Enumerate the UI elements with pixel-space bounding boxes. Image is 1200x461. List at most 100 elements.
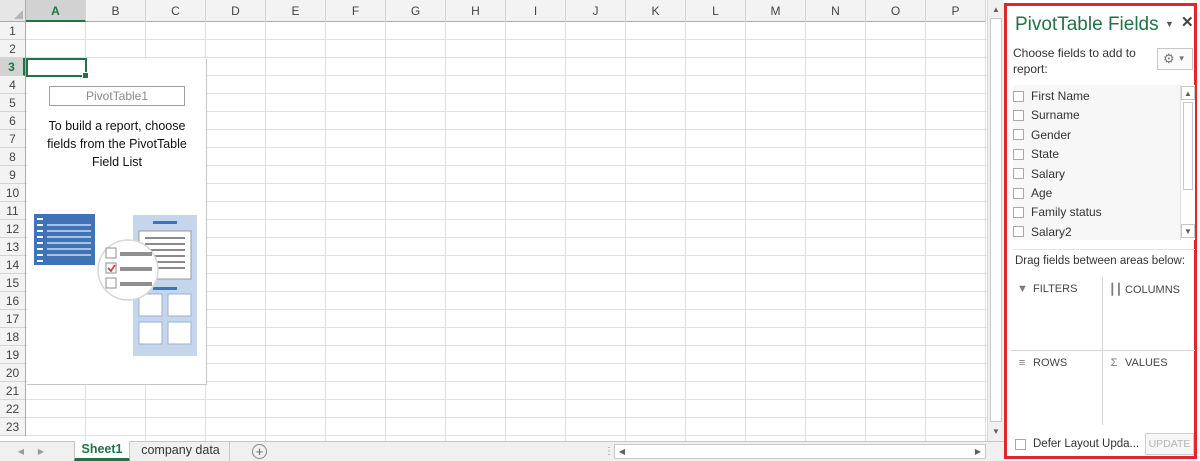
tab-scroll-left-icon[interactable]: ◀ bbox=[14, 442, 28, 461]
column-header[interactable]: B bbox=[86, 0, 146, 22]
tab-company-data[interactable]: company data bbox=[132, 442, 230, 461]
column-header[interactable]: E bbox=[266, 0, 326, 22]
column-header[interactable]: A bbox=[26, 0, 86, 22]
row-header[interactable]: 21 bbox=[0, 382, 25, 400]
row-header[interactable]: 17 bbox=[0, 310, 25, 328]
rows-area-label: ROWS bbox=[1033, 357, 1068, 369]
field-list[interactable]: First Name Surname Gender State Salary Age Fam… bbox=[1013, 85, 1195, 240]
row-header[interactable]: 5 bbox=[0, 94, 25, 112]
columns-area-label: COLUMNS bbox=[1125, 283, 1181, 296]
row-header[interactable]: 3 bbox=[0, 58, 25, 76]
scroll-down-arrow-icon[interactable]: ▼ bbox=[988, 424, 1004, 440]
add-sheet-plus-icon[interactable]: + bbox=[252, 444, 267, 459]
row-header[interactable]: 18 bbox=[0, 328, 25, 346]
field-item[interactable]: Salary bbox=[1013, 165, 1065, 183]
tab-sheet1[interactable]: Sheet1 bbox=[74, 441, 130, 461]
pane-close-icon[interactable]: ✕ bbox=[1181, 13, 1194, 31]
field-checkbox[interactable] bbox=[1013, 206, 1024, 218]
row-header[interactable]: 15 bbox=[0, 274, 25, 292]
field-item[interactable]: State bbox=[1013, 145, 1059, 163]
drag-fields-label: Drag fields between areas below: bbox=[1015, 255, 1186, 267]
row-header[interactable]: 10 bbox=[0, 184, 25, 202]
tools-gear-button[interactable]: ⚙ ▼ bbox=[1157, 48, 1193, 70]
field-item[interactable]: Surname bbox=[1013, 106, 1080, 124]
horizontal-scrollbar[interactable]: ◀ ▶ bbox=[614, 444, 986, 459]
field-list-scrollbar[interactable]: ▲ ▼ bbox=[1180, 85, 1195, 240]
column-header[interactable]: D bbox=[206, 0, 266, 22]
field-checkbox[interactable] bbox=[1013, 226, 1024, 238]
field-item[interactable]: Gender bbox=[1013, 126, 1071, 144]
worksheet[interactable]: ABCDEFGHIJKLMNOP 1 2 3 4 5 6 7 8 9 10 11 12 13 14 15 16… bbox=[0, 0, 987, 441]
column-header[interactable]: C bbox=[146, 0, 206, 22]
column-header[interactable]: J bbox=[566, 0, 626, 22]
pivot-table-name: PivotTable1 bbox=[49, 86, 185, 106]
tab-split-handle-icon[interactable]: ⋮ bbox=[604, 446, 614, 457]
pivot-instructions: To build a report, choose fields from th… bbox=[47, 119, 187, 169]
defer-layout-checkbox[interactable] bbox=[1015, 438, 1026, 450]
column-header[interactable]: I bbox=[506, 0, 566, 22]
scroll-right-arrow-icon[interactable]: ▶ bbox=[971, 445, 985, 458]
field-item[interactable]: First Name bbox=[1013, 87, 1090, 105]
row-header[interactable]: 4 bbox=[0, 76, 25, 94]
row-header[interactable]: 2 bbox=[0, 40, 25, 58]
field-item[interactable]: Salary2 bbox=[1013, 223, 1072, 241]
row-header[interactable]: 22 bbox=[0, 400, 25, 418]
field-list-scroll-down-icon[interactable]: ▼ bbox=[1181, 224, 1195, 238]
values-area[interactable]: Σ VALUES bbox=[1103, 351, 1195, 425]
filters-area[interactable]: ▼ FILTERS bbox=[1011, 277, 1103, 351]
row-header[interactable]: 13 bbox=[0, 238, 25, 256]
column-header[interactable]: K bbox=[626, 0, 686, 22]
active-cell-A3[interactable] bbox=[26, 58, 89, 79]
column-header[interactable]: P bbox=[926, 0, 986, 22]
field-checkbox[interactable] bbox=[1013, 187, 1024, 199]
row-header[interactable]: 23 bbox=[0, 418, 25, 436]
vertical-scrollbar[interactable]: ▲ ▼ bbox=[987, 0, 1004, 441]
field-checkbox[interactable] bbox=[1013, 129, 1024, 141]
scroll-left-arrow-icon[interactable]: ◀ bbox=[615, 445, 629, 458]
update-button[interactable]: UPDATE bbox=[1145, 433, 1194, 455]
field-item[interactable]: Family status bbox=[1013, 203, 1102, 221]
column-header[interactable]: F bbox=[326, 0, 386, 22]
row-header[interactable]: 14 bbox=[0, 256, 25, 274]
pane-options-dropdown-icon[interactable]: ▼ bbox=[1165, 19, 1174, 29]
tab-scroll-right-icon[interactable]: ▶ bbox=[34, 442, 48, 461]
rows-area[interactable]: ≡ ROWS bbox=[1011, 351, 1103, 425]
scroll-up-arrow-icon[interactable]: ▲ bbox=[988, 2, 1004, 18]
values-area-label: VALUES bbox=[1125, 357, 1168, 369]
column-header[interactable]: N bbox=[806, 0, 866, 22]
row-header[interactable]: 8 bbox=[0, 148, 25, 166]
field-item[interactable]: Age bbox=[1013, 184, 1052, 202]
field-checkbox[interactable] bbox=[1013, 148, 1024, 160]
column-header[interactable]: G bbox=[386, 0, 446, 22]
vertical-scroll-thumb[interactable] bbox=[990, 18, 1002, 422]
row-header[interactable]: 16 bbox=[0, 292, 25, 310]
columns-icon: ┃┃ bbox=[1109, 284, 1123, 296]
field-checkbox[interactable] bbox=[1013, 109, 1024, 121]
pivot-table-placeholder[interactable]: PivotTable1 To build a report, choose fi… bbox=[27, 59, 207, 385]
field-label: State bbox=[1031, 147, 1060, 162]
illustration-table bbox=[34, 214, 95, 265]
row-header[interactable]: 12 bbox=[0, 220, 25, 238]
columns-area[interactable]: ┃┃ COLUMNS bbox=[1103, 277, 1195, 351]
row-header[interactable]: 6 bbox=[0, 112, 25, 130]
field-checkbox[interactable] bbox=[1013, 90, 1024, 102]
row-header[interactable]: 11 bbox=[0, 202, 25, 220]
gear-icon: ⚙ bbox=[1163, 51, 1175, 66]
column-header[interactable]: L bbox=[686, 0, 746, 22]
row-header[interactable]: 9 bbox=[0, 166, 25, 184]
pivot-table-fields-pane: PivotTable Fields ▼ ✕ Choose fields to a… bbox=[1004, 3, 1197, 459]
column-header[interactable]: M bbox=[746, 0, 806, 22]
row-header[interactable]: 20 bbox=[0, 364, 25, 382]
field-list-scroll-up-icon[interactable]: ▲ bbox=[1181, 86, 1195, 100]
field-checkbox[interactable] bbox=[1013, 168, 1024, 180]
column-header[interactable]: O bbox=[866, 0, 926, 22]
field-list-scroll-thumb[interactable] bbox=[1183, 102, 1193, 190]
field-label: Surname bbox=[1031, 108, 1080, 123]
defer-layout-row: Defer Layout Upda... bbox=[1015, 438, 1139, 450]
column-header[interactable]: H bbox=[446, 0, 506, 22]
row-header[interactable]: 19 bbox=[0, 346, 25, 364]
select-all-corner[interactable] bbox=[0, 0, 26, 22]
row-header[interactable]: 1 bbox=[0, 22, 25, 40]
row-header[interactable]: 7 bbox=[0, 130, 25, 148]
defer-layout-label: Defer Layout Upda... bbox=[1033, 438, 1140, 450]
